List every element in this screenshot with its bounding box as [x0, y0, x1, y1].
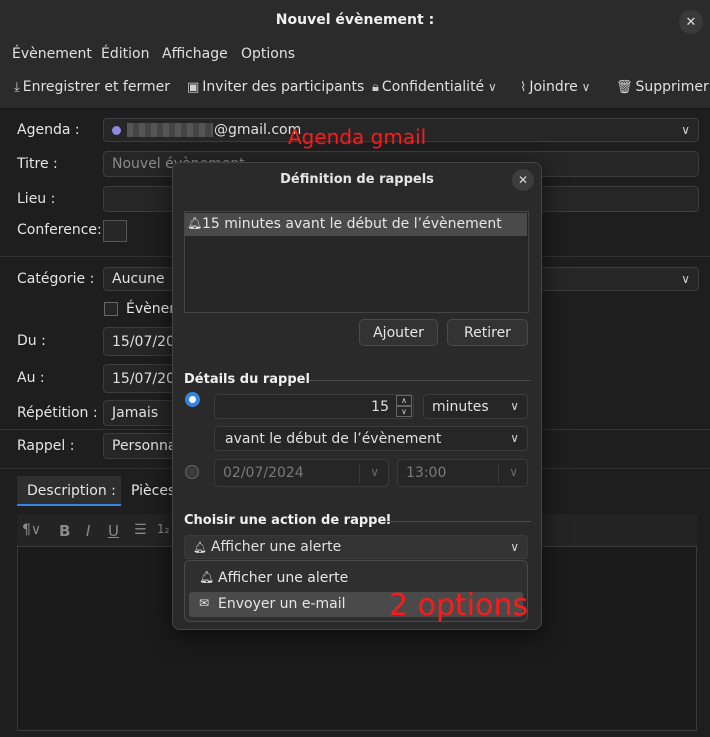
absolute-radio[interactable]	[185, 465, 199, 479]
bell-icon: 🔔︎	[193, 540, 207, 554]
paperclip-icon: ⌇	[520, 80, 527, 95]
save-close-label: Enregistrer et fermer	[22, 79, 170, 95]
bell-icon: 🔔︎	[187, 216, 203, 230]
location-label: Lieu :	[17, 191, 56, 207]
window-title: Nouvel évènement :	[275, 12, 435, 28]
details-title: Détails du rappel	[184, 372, 310, 387]
close-icon: ✕	[685, 14, 697, 30]
dialog-title: Définition de rappels	[280, 172, 434, 187]
relation-select[interactable]: avant le début de l’évènement ∨	[214, 426, 528, 451]
attach-button[interactable]: ⌇ Joindre ∨	[520, 79, 590, 95]
relative-radio[interactable]	[185, 392, 200, 407]
menu-edit[interactable]: Édition	[101, 46, 149, 62]
from-label: Du :	[17, 333, 46, 349]
unit-value: minutes	[432, 398, 489, 415]
add-reminder-button[interactable]: Ajouter	[359, 319, 438, 346]
annotation-options: 2 options	[389, 588, 529, 623]
annotation-agenda: Agenda gmail	[288, 125, 427, 149]
decrement-icon[interactable]: ∨	[396, 406, 412, 417]
delete-label: Supprimer	[635, 79, 709, 95]
delete-button[interactable]: 🗑︎ Supprimer	[616, 79, 709, 95]
italic-icon[interactable]: I	[86, 522, 90, 540]
tab-description-label: Description :	[27, 483, 116, 499]
chevron-down-icon: ∨	[370, 465, 379, 479]
menu-options[interactable]: Options	[241, 46, 295, 62]
conference-button[interactable]	[103, 220, 127, 242]
underline-icon[interactable]: U	[108, 522, 119, 540]
chevron-down-icon: ∨	[681, 272, 690, 286]
lock-icon: 🔒︎	[372, 80, 379, 95]
chevron-down-icon: ∨	[484, 80, 497, 94]
title-label: Titre :	[17, 156, 58, 172]
agenda-label: Agenda :	[17, 122, 80, 138]
remove-reminder-button[interactable]: Retirer	[447, 319, 528, 346]
chevron-down-icon: ∨	[510, 431, 519, 445]
redacted-block	[127, 123, 213, 137]
invite-button[interactable]: ▣ Inviter des participants	[187, 79, 364, 95]
paragraph-icon[interactable]: ¶∨	[22, 522, 41, 538]
list-item[interactable]: 🔔︎ 15 minutes avant le début de l’évènem…	[185, 213, 527, 236]
category-label: Catégorie :	[17, 271, 95, 287]
amount-spinner[interactable]: 15	[214, 394, 414, 419]
menu-item-alert[interactable]: 🔔︎ Afficher une alerte	[189, 566, 523, 590]
section-divider	[309, 380, 531, 381]
section-divider	[387, 521, 531, 522]
absolute-date-input[interactable]: 02/07/2024 ∨	[214, 459, 389, 487]
chevron-down-icon: ∨	[509, 465, 518, 479]
action-select[interactable]: 🔔︎ Afficher une alerte ∨	[184, 535, 528, 559]
close-icon: ✕	[517, 173, 529, 187]
reminder-item-label: 15 minutes avant le début de l’évènement	[202, 216, 502, 232]
action-selected-value: Afficher une alerte	[210, 539, 342, 555]
menu-event[interactable]: Évènement	[12, 46, 92, 62]
menu-item-email-label: Envoyer un e-mail	[218, 596, 346, 612]
action-title: Choisir une action de rappel	[184, 513, 391, 528]
chevron-down-icon: ∨	[577, 80, 591, 94]
chevron-down-icon: ∨	[510, 540, 519, 554]
increment-icon[interactable]: ∧	[396, 395, 412, 406]
absolute-time-input[interactable]: 13:00 ∨	[397, 459, 528, 487]
trash-icon: 🗑︎	[616, 80, 633, 95]
bell-icon: 🔔︎	[199, 570, 215, 584]
menu-view[interactable]: Affichage	[162, 46, 228, 62]
separator	[359, 463, 360, 483]
calendar-dot-icon	[112, 125, 121, 135]
amount-value: 15	[371, 398, 389, 415]
window-close-button[interactable]: ✕	[679, 10, 703, 34]
reminder-label: Rappel :	[17, 438, 75, 454]
privacy-label: Confidentialité	[381, 79, 485, 95]
download-icon: ⤓	[14, 80, 20, 95]
absolute-date-value: 02/07/2024	[223, 465, 304, 481]
privacy-button[interactable]: 🔒︎ Confidentialité ∨	[372, 79, 497, 95]
separator	[498, 463, 499, 483]
save-close-button[interactable]: ⤓ Enregistrer et fermer	[14, 79, 170, 95]
bullet-list-icon[interactable]: ☰	[134, 522, 147, 538]
numbered-list-icon[interactable]: 1₂	[157, 522, 169, 536]
tab-description[interactable]: Description :	[17, 476, 121, 506]
bold-icon[interactable]: B	[59, 522, 70, 540]
invite-label: Inviter des participants	[202, 79, 365, 95]
chevron-down-icon: ∨	[681, 123, 690, 137]
contacts-icon: ▣	[187, 80, 200, 95]
attach-label: Joindre	[529, 79, 578, 95]
repeat-label: Répétition :	[17, 405, 98, 421]
envelope-icon: ✉	[199, 596, 210, 610]
allday-checkbox[interactable]	[104, 302, 118, 316]
dialog-close-button[interactable]: ✕	[512, 169, 534, 191]
absolute-time-value: 13:00	[406, 465, 447, 481]
chevron-down-icon: ∨	[510, 399, 519, 413]
unit-select[interactable]: minutes ∨	[423, 394, 528, 419]
category-value: Aucune	[112, 271, 165, 287]
relation-value: avant le début de l’évènement	[225, 430, 442, 447]
conference-label: Conference:	[17, 222, 102, 238]
menu-item-alert-label: Afficher une alerte	[218, 570, 349, 586]
to-label: Au :	[17, 370, 45, 386]
